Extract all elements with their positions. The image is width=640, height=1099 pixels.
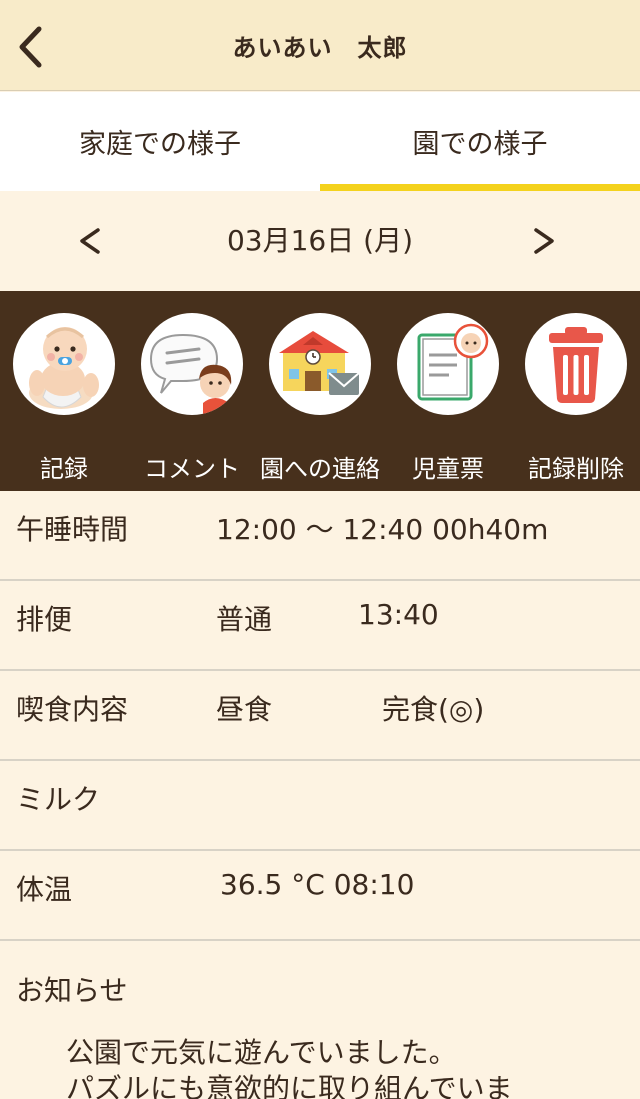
chevron-left-icon — [19, 26, 42, 68]
bowel-row: 排便 普通 13:40 — [0, 581, 640, 671]
child-record-button[interactable]: 児童票 — [384, 291, 512, 491]
meal-label: 喫食内容 — [16, 693, 129, 726]
nap-time-label: 午睡時間 — [16, 513, 129, 546]
contact-school-label: 園への連絡 — [260, 455, 380, 483]
date-navigation: 03月16日 (月) — [0, 191, 640, 291]
milk-label: ミルク — [16, 783, 101, 816]
bowel-label: 排便 — [16, 603, 73, 636]
page-title: あいあい 太郎 — [232, 33, 408, 62]
baby-icon — [13, 313, 115, 415]
temperature-row: 体温 36.5 °C 08:10 — [0, 851, 640, 941]
chevron-left-icon — [80, 228, 100, 254]
tab-school-status[interactable]: 園での様子 — [320, 92, 640, 191]
contact-school-button[interactable]: 園への連絡 — [256, 291, 384, 491]
delete-record-label: 記録削除 — [528, 455, 624, 483]
notice-label: お知らせ — [16, 974, 128, 1007]
meal-type: 昼食 — [216, 693, 273, 726]
temperature-label: 体温 — [16, 873, 73, 906]
action-bar: 記録 コメント 園への連絡 児童票 記録削除 — [0, 291, 640, 491]
nav-bar: あいあい 太郎 — [0, 0, 640, 91]
temperature-value: 36.5 °C 08:10 — [220, 868, 415, 901]
trash-icon — [525, 313, 627, 415]
current-date: 03月16日 (月) — [226, 224, 413, 257]
chevron-right-icon — [534, 228, 554, 254]
notice-body: 公園で元気に遊んでいました。 パズルにも意欲的に取り組んでいま — [66, 1035, 626, 1099]
tab-bar: 家庭での様子 園での様子 — [0, 92, 640, 191]
next-day-button[interactable] — [514, 211, 574, 271]
tab-home-status[interactable]: 家庭での様子 — [0, 92, 320, 191]
previous-day-button[interactable] — [60, 211, 120, 271]
notice-line-2: パズルにも意欲的に取り組んでいま — [66, 1072, 513, 1099]
bowel-time: 13:40 — [358, 598, 439, 631]
child-record-icon — [397, 313, 499, 415]
comment-label: コメント — [144, 455, 240, 483]
nap-time-row: 午睡時間 12:00 ～ 12:40 00h40m — [0, 491, 640, 581]
record-button[interactable]: 記録 — [0, 291, 128, 491]
bowel-status: 普通 — [216, 603, 273, 636]
school-mail-icon — [269, 313, 371, 415]
nap-time-value: 12:00 ～ 12:40 00h40m — [216, 513, 549, 546]
record-list: 午睡時間 12:00 ～ 12:40 00h40m 排便 普通 13:40 喫食… — [0, 491, 640, 1099]
comment-button[interactable]: コメント — [128, 291, 256, 491]
notice-section: お知らせ 公園で元気に遊んでいました。 パズルにも意欲的に取り組んでいま — [0, 941, 640, 1099]
meal-row: 喫食内容 昼食 完食(◎) — [0, 671, 640, 761]
comment-bubble-icon — [141, 313, 243, 415]
child-record-label: 児童票 — [412, 455, 484, 483]
meal-result: 完食(◎) — [382, 693, 485, 726]
notice-line-1: 公園で元気に遊んでいました。 — [66, 1036, 457, 1069]
milk-row: ミルク — [0, 761, 640, 851]
delete-record-button[interactable]: 記録削除 — [512, 291, 640, 491]
back-button[interactable] — [10, 22, 50, 72]
